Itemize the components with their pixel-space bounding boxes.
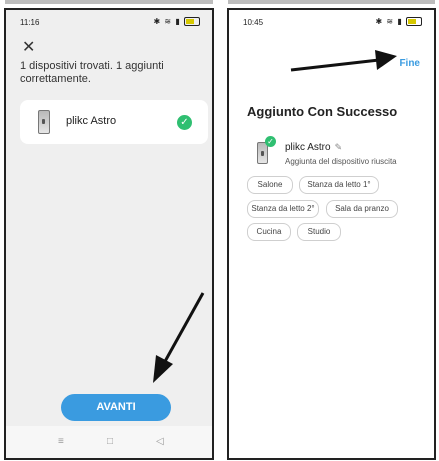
annotation-arrow-right [290,50,397,72]
phone-screen-left: 11:16 ✱ ≋ ▮ ✕ 1 dispositivi trovati. 1 a… [4,8,214,460]
top-border [0,0,439,7]
annotation-arrow-left [153,292,205,383]
top-strip-left [5,0,213,4]
top-strip-right [228,0,435,4]
phone-screen-right: 10:45 ✱ ≋ ▮ Fine Aggiunto Con Successo ✓… [227,8,436,460]
